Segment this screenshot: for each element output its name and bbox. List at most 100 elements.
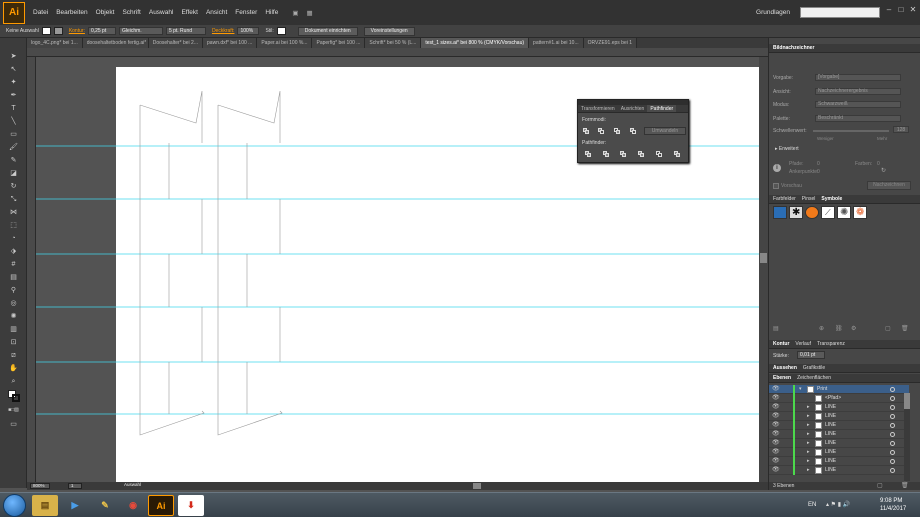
clock-date[interactable]: 11/4/2017	[880, 506, 906, 512]
visibility-icon[interactable]: 👁	[772, 439, 780, 448]
close-icon[interactable]: ✕	[908, 5, 918, 15]
layer-row[interactable]: 👁 ▸ LINE	[769, 412, 909, 421]
tab-symbols[interactable]: Symbole	[821, 195, 842, 203]
preferences-button[interactable]: Voreinstellungen	[363, 26, 415, 36]
visibility-icon[interactable]: 👁	[772, 412, 780, 421]
zoom-tool-icon[interactable]: ⌕	[8, 377, 19, 386]
illustrator-taskbar-icon[interactable]: Ai	[148, 495, 174, 516]
expand-icon[interactable]: ▸	[807, 412, 810, 421]
outline-icon[interactable]	[656, 151, 663, 157]
tab-document-1[interactable]: logo_4C.png* bei 1...	[27, 38, 83, 48]
exclude-icon[interactable]	[630, 128, 637, 134]
eraser-tool-icon[interactable]: ◪	[8, 169, 19, 178]
advanced-toggle[interactable]: ▸ Erweitert	[775, 146, 799, 152]
symbol-item[interactable]: ⟋	[821, 206, 835, 219]
magic-wand-tool-icon[interactable]: ✦	[8, 78, 19, 87]
layer-row[interactable]: 👁 ▸ LINE	[769, 448, 909, 457]
stroke-weight-input[interactable]: 0,01 pt	[797, 351, 825, 359]
vertical-scrollbar[interactable]	[759, 57, 768, 482]
graph-tool-icon[interactable]: ▥	[8, 325, 19, 334]
pencil-tool-icon[interactable]: ✎	[8, 156, 19, 165]
shape-right-top[interactable]	[217, 90, 281, 143]
menu-effekt[interactable]: Effekt	[181, 9, 198, 16]
direct-selection-tool-icon[interactable]: ↖	[8, 65, 19, 74]
selection-tool-icon[interactable]: ➤	[8, 52, 19, 61]
clock-time[interactable]: 9:08 PM	[880, 498, 902, 504]
mesh-tool-icon[interactable]: #	[8, 260, 19, 269]
stroke-label[interactable]: Kontur:	[69, 28, 85, 34]
expand-icon[interactable]: ▸	[807, 448, 810, 457]
symbol-item[interactable]: ✺	[837, 206, 851, 219]
tab-transparency[interactable]: Transparenz	[817, 340, 845, 348]
refresh-icon[interactable]: ↻	[881, 167, 886, 174]
divide-icon[interactable]	[585, 151, 592, 157]
layer-name[interactable]: LINE	[825, 430, 836, 439]
stroke-swatch[interactable]	[53, 27, 63, 35]
tab-gradient[interactable]: Verlauf	[795, 340, 811, 348]
expand-button[interactable]: Umwandeln	[644, 127, 686, 135]
tab-document-3[interactable]: Doosehalter* bei 2...	[148, 38, 204, 48]
intersect-icon[interactable]	[614, 128, 621, 134]
zoom-field[interactable]: 800%	[30, 483, 50, 489]
new-symbol-icon[interactable]: ▢	[885, 325, 891, 332]
trace-button[interactable]: Nachzeichnen	[867, 181, 911, 190]
layer-name[interactable]: Print	[817, 385, 827, 394]
opacity-label[interactable]: Deckkraft:	[212, 28, 235, 34]
threshold-value[interactable]: 128	[893, 126, 909, 133]
target-icon[interactable]	[890, 423, 895, 428]
tab-artboards[interactable]: Zeichenflächen	[797, 374, 831, 382]
screen-mode-icon[interactable]: ▭	[8, 420, 19, 429]
tab-document-10[interactable]: ORVZE91.eps bei 1	[583, 38, 638, 48]
visibility-icon[interactable]: 👁	[772, 466, 780, 475]
line-artwork[interactable]	[139, 90, 283, 436]
paint-taskbar-icon[interactable]: ✎	[92, 495, 118, 516]
symbol-library-icon[interactable]: ▤	[773, 325, 779, 332]
symbol-item[interactable]	[773, 206, 787, 219]
trace-view-select[interactable]: Nachzeichnerergebnis	[815, 88, 901, 95]
trace-preset-select[interactable]: [Vorgabe]	[815, 74, 901, 81]
symbol-options-icon[interactable]: ⚙	[851, 325, 856, 332]
target-icon[interactable]	[890, 459, 895, 464]
tab-document-7[interactable]: Schrift* bei 50 % (L...	[365, 38, 422, 48]
start-button[interactable]	[3, 494, 26, 517]
fill-swatch[interactable]	[41, 27, 51, 35]
layer-row[interactable]: 👁 ▸ LINE	[769, 430, 909, 439]
menu-schrift[interactable]: Schrift	[122, 9, 140, 16]
tab-document-active[interactable]: test_1 sizes.ai* bei 800 % (CMYK/Vorscha…	[421, 38, 530, 48]
artboard-nav[interactable]: 1	[68, 483, 82, 489]
shape-left-outline[interactable]	[139, 105, 205, 436]
minus-front-icon[interactable]	[598, 128, 605, 134]
trim-icon[interactable]	[603, 151, 610, 157]
unite-icon[interactable]	[583, 128, 590, 134]
fill-stroke-swatch[interactable]	[8, 390, 20, 402]
visibility-icon[interactable]: 👁	[772, 394, 780, 403]
scale-tool-icon[interactable]: ⤡	[8, 195, 19, 204]
tab-document-6[interactable]: Paperfig* bei 100 ...	[312, 38, 366, 48]
tab-swatches[interactable]: Farbfelder	[773, 195, 796, 203]
gradient-tool-icon[interactable]: ▤	[8, 273, 19, 282]
expand-icon[interactable]: ▸	[807, 421, 810, 430]
layer-name[interactable]: LINE	[825, 457, 836, 466]
tab-document-9[interactable]: pattern#1.ai bei 10...	[529, 38, 584, 48]
blend-tool-icon[interactable]: ◎	[8, 299, 19, 308]
media-player-taskbar-icon[interactable]: ▶	[62, 495, 88, 516]
perspective-grid-tool-icon[interactable]: ⬗	[8, 247, 19, 256]
color-mode-icon[interactable]: ■□▨	[8, 406, 19, 415]
explorer-taskbar-icon[interactable]: ▤	[32, 495, 58, 516]
type-tool-icon[interactable]: T	[8, 104, 19, 113]
visibility-icon[interactable]: 👁	[772, 448, 780, 457]
tab-appearance[interactable]: Aussehen	[773, 364, 797, 372]
rectangle-tool-icon[interactable]: ▭	[8, 130, 19, 139]
opacity-field[interactable]: 100%	[237, 27, 260, 35]
layer-row[interactable]: 👁 <Pfad>	[769, 394, 909, 403]
tab-transform[interactable]: Transformieren	[578, 105, 618, 112]
layer-row[interactable]: 👁 ▸ LINE	[769, 439, 909, 448]
target-icon[interactable]	[890, 450, 895, 455]
symbol-sprayer-tool-icon[interactable]: ✺	[8, 312, 19, 321]
bridge-icon[interactable]: ▣	[292, 9, 298, 17]
threshold-slider[interactable]	[813, 130, 889, 132]
layer-name[interactable]: LINE	[825, 421, 836, 430]
width-tool-icon[interactable]: ⋈	[8, 208, 19, 217]
layer-row[interactable]: 👁 ▾ Print	[769, 385, 909, 394]
target-icon[interactable]	[890, 414, 895, 419]
